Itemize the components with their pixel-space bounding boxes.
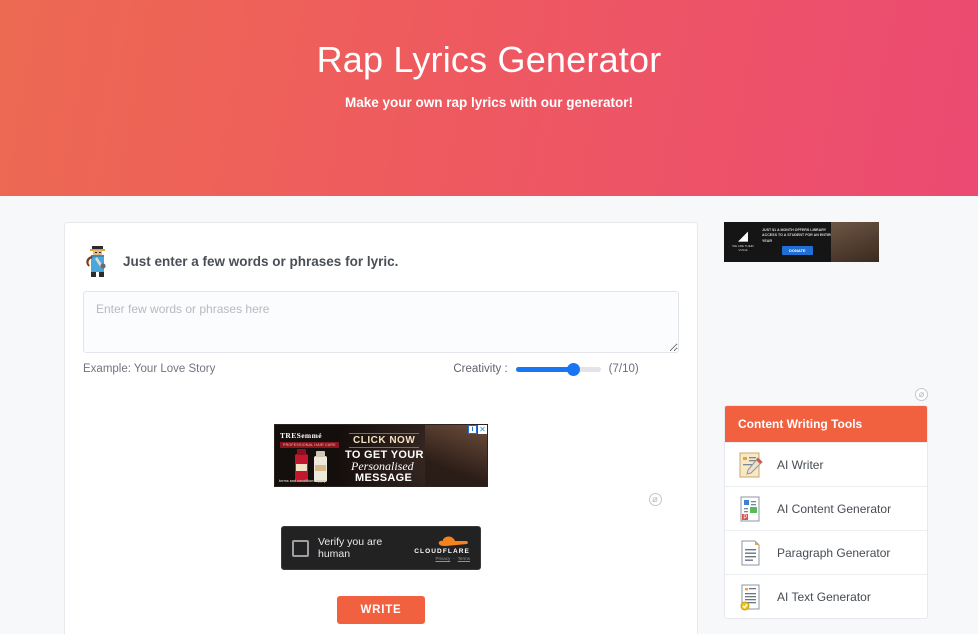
- ad-logo-text: WE ARE THEIR VOICE: [732, 244, 754, 252]
- sidebar-ad-logo: ◢ WE ARE THEIR VOICE: [728, 229, 758, 252]
- ad-logo-mark: ◢: [738, 228, 748, 243]
- creativity-value: (7/10): [608, 363, 639, 375]
- generator-card: Just enter a few words or phrases for ly…: [64, 222, 698, 634]
- adchoices-icon-sidebar[interactable]: ⌀: [915, 388, 928, 401]
- tresemme-ad-banner[interactable]: TRESemmé PROFESSIONAL HAIR CARE CLICK NO…: [274, 424, 488, 487]
- page-subtitle: Make your own rap lyrics with our genera…: [344, 95, 634, 111]
- sidebar-item-label: AI Writer: [777, 457, 824, 472]
- notepad-pencil-icon: [739, 452, 763, 477]
- sidebar-ad-photo: [831, 222, 879, 262]
- adchoices-icon-main[interactable]: ⌀: [648, 493, 662, 506]
- ad-model-image: [425, 425, 487, 486]
- lyric-input-wrap: [83, 291, 679, 353]
- mid-content-zone: TRESemmé PROFESSIONAL HAIR CARE CLICK NO…: [83, 424, 679, 624]
- cloudflare-brand: CLOUDFLARE: [414, 548, 470, 555]
- card-header: Just enter a few words or phrases for ly…: [83, 239, 679, 283]
- ad-close-icon[interactable]: ✕: [478, 425, 487, 434]
- ad-badge-group: i ✕: [468, 425, 487, 434]
- sidebar-item-label: AI Content Generator: [777, 501, 892, 516]
- page-body: Just enter a few words or phrases for ly…: [0, 196, 978, 634]
- page-title: Rap Lyrics Generator: [316, 39, 662, 80]
- creativity-control: Creativity : (7/10): [453, 362, 639, 376]
- document-check-icon: [740, 584, 760, 610]
- ad-headline-1: CLICK NOW: [349, 433, 420, 448]
- form-options-row: Example: Your Love Story Creativity : (7…: [83, 362, 679, 376]
- sidebar-item-label: Paragraph Generator: [777, 545, 891, 560]
- creativity-slider[interactable]: [515, 362, 601, 376]
- cloud-icon: [438, 536, 468, 546]
- document-image-icon: P: [740, 496, 760, 521]
- sidebar-item-ai-writer[interactable]: AI Writer: [725, 442, 927, 486]
- cloudflare-turnstile-widget[interactable]: Verify you are human CLOUDFLARE Privacy …: [281, 526, 481, 570]
- cloudflare-links: Privacy - Terms: [414, 556, 470, 561]
- link-separator: -: [453, 556, 455, 561]
- main-column: Just enter a few words or phrases for ly…: [64, 222, 698, 634]
- sidebar: ◢ WE ARE THEIR VOICE JUST $1 A MONTH OFF…: [724, 222, 928, 619]
- donate-button[interactable]: DONATE: [782, 246, 813, 255]
- sidebar-donate-ad[interactable]: ◢ WE ARE THEIR VOICE JUST $1 A MONTH OFF…: [724, 222, 879, 262]
- terms-link[interactable]: Terms: [458, 556, 470, 561]
- verify-human-label: Verify you are human: [318, 536, 383, 560]
- tools-panel-title: Content Writing Tools: [725, 406, 927, 442]
- page-header: Rap Lyrics Generator Make your own rap l…: [0, 0, 978, 196]
- rapper-icon: [86, 246, 106, 277]
- sidebar-item-ai-content-generator[interactable]: P AI Content Generator: [725, 486, 927, 530]
- cloudflare-logo: CLOUDFLARE Privacy - Terms: [414, 535, 470, 561]
- example-hint: Example: Your Love Story: [83, 363, 216, 375]
- ad-brand: TRESemmé: [280, 431, 322, 440]
- svg-text:P: P: [743, 515, 747, 521]
- slider-knob[interactable]: [566, 362, 580, 376]
- ad-info-icon[interactable]: i: [468, 425, 477, 434]
- ad-headline-4: MESSAGE: [355, 472, 413, 484]
- write-button[interactable]: WRITE: [337, 596, 425, 624]
- sidebar-item-ai-text-generator[interactable]: AI Text Generator: [725, 574, 927, 618]
- verify-human-checkbox[interactable]: [292, 539, 309, 557]
- lyric-textarea[interactable]: [83, 291, 679, 353]
- card-heading: Just enter a few words or phrases for ly…: [123, 253, 399, 269]
- sidebar-item-label: AI Text Generator: [777, 589, 871, 604]
- content-writing-tools-panel: Content Writing Tools AI Writer P AI Con…: [724, 405, 928, 619]
- slider-fill: [515, 366, 572, 372]
- creativity-label: Creativity :: [453, 363, 508, 375]
- ad-terms-text: terms and conditions apply: [279, 479, 326, 483]
- sidebar-item-paragraph-generator[interactable]: Paragraph Generator: [725, 530, 927, 574]
- privacy-link[interactable]: Privacy: [435, 556, 450, 561]
- page-lines-icon: [741, 540, 760, 565]
- sidebar-ad-copy: JUST $1 A MONTH OFFERS LIBRARY ACCESS TO…: [762, 228, 834, 243]
